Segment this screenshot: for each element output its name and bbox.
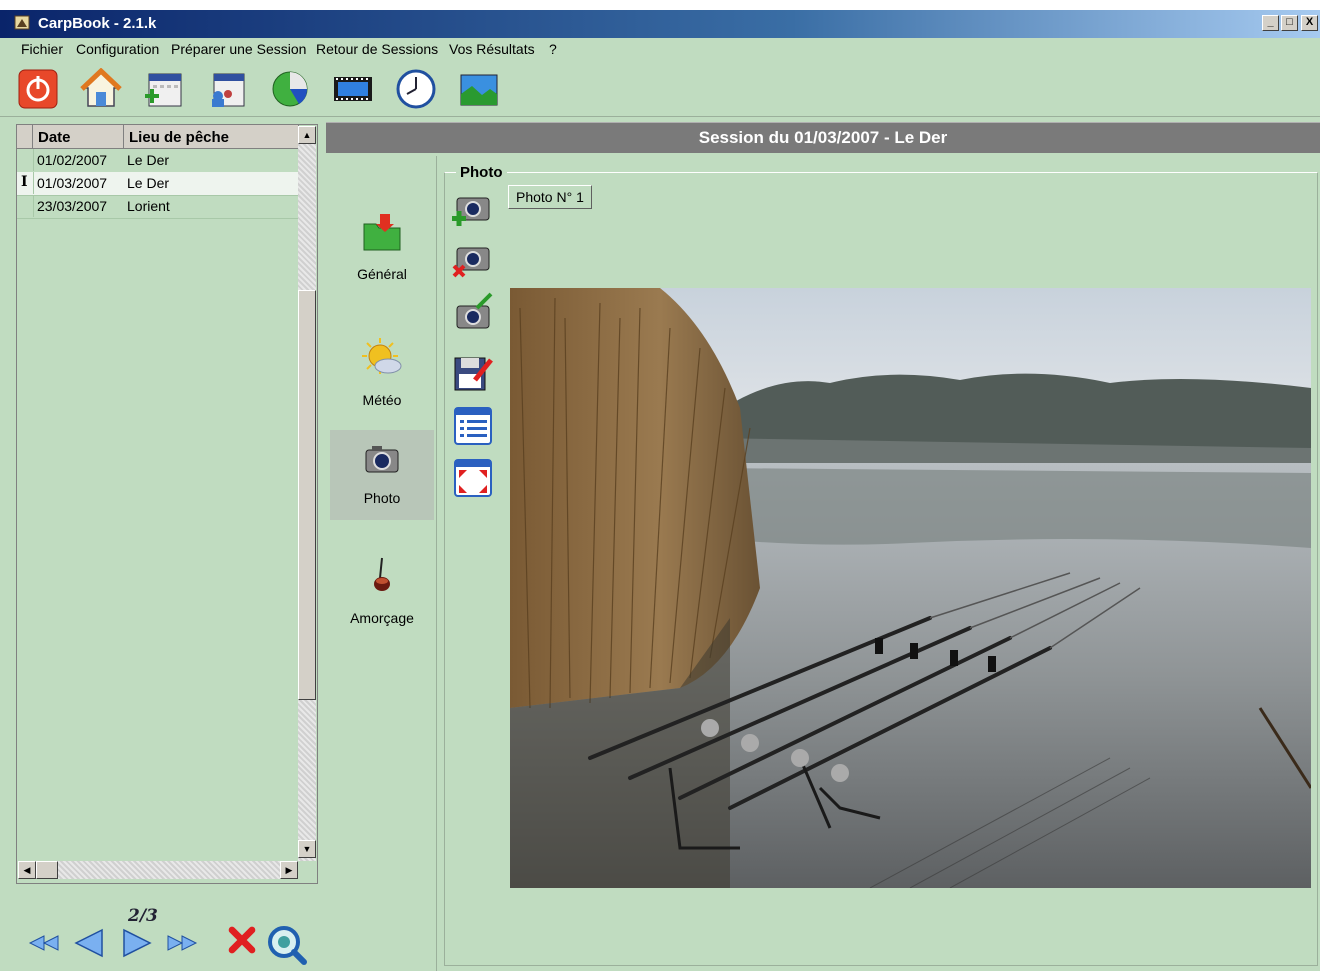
- nav-label: Amorçage: [350, 610, 414, 626]
- last-record-icon[interactable]: [164, 928, 200, 958]
- nav-amorcage[interactable]: Amorçage: [330, 548, 434, 638]
- cell-lieu: Le Der: [127, 175, 170, 191]
- close-button[interactable]: X: [1301, 15, 1318, 31]
- grid-indicator-header: [17, 125, 33, 149]
- menu-preparer-session[interactable]: Préparer une Session: [171, 41, 306, 57]
- cell-lieu: Le Der: [127, 152, 170, 168]
- nav-label: Météo: [362, 392, 402, 408]
- session-grid: Date Lieu de pêche 01/02/2007 Le Der I 0…: [16, 124, 318, 884]
- folder-icon: [363, 214, 401, 251]
- weather-icon: [362, 338, 402, 374]
- record-counter: 2/3: [128, 906, 158, 926]
- cell-date: 01/02/2007: [37, 152, 108, 168]
- clock-icon[interactable]: [395, 68, 437, 110]
- add-photo-icon[interactable]: [451, 186, 495, 230]
- menu-help[interactable]: ?: [549, 41, 557, 57]
- landscape-icon[interactable]: [458, 68, 500, 110]
- details-icon[interactable]: [451, 404, 495, 448]
- app-icon: [14, 15, 30, 30]
- table-row[interactable]: 01/02/2007 Le Der: [17, 149, 299, 173]
- delete-record-icon[interactable]: [224, 925, 260, 955]
- row-indicator: I: [17, 172, 34, 194]
- save-photo-icon[interactable]: [451, 350, 495, 394]
- power-icon[interactable]: [17, 68, 59, 110]
- nav-meteo[interactable]: Météo: [330, 330, 434, 420]
- scroll-down-icon[interactable]: ▼: [298, 840, 316, 858]
- edit-photo-icon[interactable]: [451, 292, 495, 336]
- nav-label: Photo: [363, 490, 401, 506]
- window-title: CarpBook - 2.1.k: [38, 15, 157, 32]
- delete-photo-icon[interactable]: [451, 238, 495, 282]
- cell-date: 23/03/2007: [37, 198, 108, 214]
- bait-icon: [374, 557, 390, 591]
- calendar-add-icon[interactable]: [143, 68, 185, 110]
- menu-retour-sessions[interactable]: Retour de Sessions: [316, 41, 438, 57]
- menu-vos-resultats[interactable]: Vos Résultats: [449, 41, 535, 57]
- photo-group-title: Photo: [456, 164, 507, 181]
- menu-bar: Fichier Configuration Préparer une Sessi…: [0, 38, 1320, 62]
- session-header: Session du 01/03/2007 - Le Der: [326, 122, 1320, 153]
- scroll-right-icon[interactable]: ▶: [280, 861, 298, 879]
- session-photo: [510, 288, 1311, 888]
- previous-record-icon[interactable]: [72, 928, 108, 958]
- scroll-left-icon[interactable]: ◀: [18, 861, 36, 879]
- search-icon[interactable]: [264, 922, 308, 966]
- camera-icon: [365, 446, 399, 473]
- vertical-scroll-thumb[interactable]: [298, 290, 316, 700]
- nav-photo[interactable]: Photo: [330, 430, 434, 520]
- column-header-date[interactable]: Date: [33, 125, 124, 149]
- table-row-selected[interactable]: I 01/03/2007 Le Der: [17, 172, 299, 196]
- title-bar: CarpBook - 2.1.k _ □ X: [0, 10, 1320, 38]
- menu-fichier[interactable]: Fichier: [21, 41, 63, 57]
- cursor-marker: I: [21, 174, 28, 190]
- horizontal-scroll-thumb[interactable]: [36, 861, 58, 879]
- minimize-button[interactable]: _: [1262, 15, 1279, 31]
- section-nav: Général Météo Photo Amorçage: [326, 156, 437, 971]
- nav-general[interactable]: Général: [330, 204, 434, 294]
- row-indicator: [17, 149, 34, 171]
- home-icon[interactable]: [80, 68, 122, 110]
- next-record-icon[interactable]: [118, 928, 154, 958]
- cell-date: 01/03/2007: [37, 175, 108, 191]
- cell-lieu: Lorient: [127, 198, 170, 214]
- row-indicator: [17, 195, 34, 217]
- maximize-button[interactable]: □: [1281, 15, 1298, 31]
- photo-tab[interactable]: Photo N° 1: [508, 185, 592, 209]
- calendar-people-icon[interactable]: [206, 68, 248, 110]
- table-row[interactable]: 23/03/2007 Lorient: [17, 195, 299, 219]
- menu-configuration[interactable]: Configuration: [76, 41, 159, 57]
- nav-label: Général: [357, 266, 407, 282]
- first-record-icon[interactable]: [26, 928, 62, 958]
- film-icon[interactable]: [332, 68, 374, 110]
- toolbar: [0, 62, 1320, 117]
- pie-chart-icon[interactable]: [269, 68, 311, 110]
- column-header-lieu[interactable]: Lieu de pêche: [124, 125, 299, 149]
- fullscreen-icon[interactable]: [451, 456, 495, 500]
- horizontal-scrollbar[interactable]: ◀ ▶: [18, 861, 298, 879]
- scroll-up-icon[interactable]: ▲: [298, 126, 316, 144]
